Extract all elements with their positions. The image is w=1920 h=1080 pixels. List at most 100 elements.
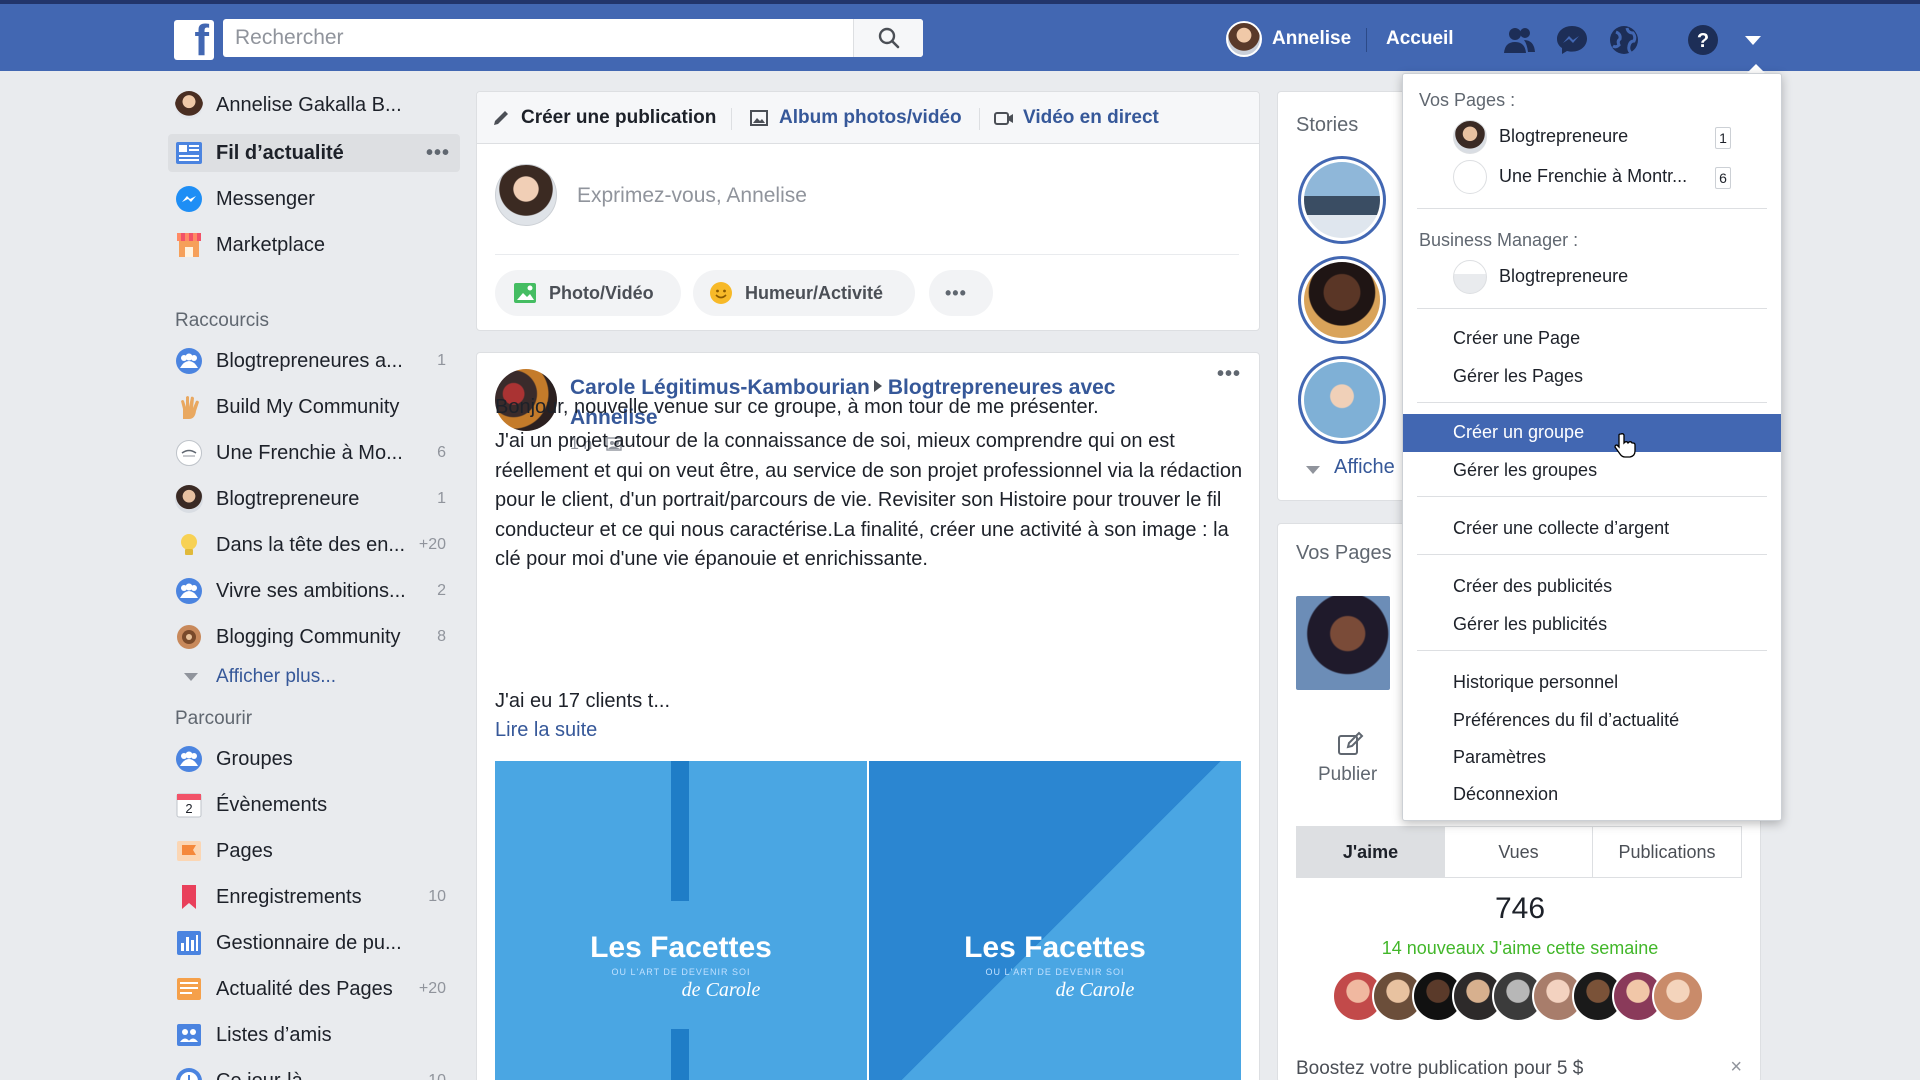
tab-likes[interactable]: J'aime xyxy=(1297,827,1445,877)
read-more-link[interactable]: Lire la suite xyxy=(495,719,597,742)
tab-photo-album[interactable]: Album photos/vidéo xyxy=(779,107,962,129)
photo-album-icon xyxy=(750,110,768,126)
tab-views[interactable]: Vues xyxy=(1445,827,1593,877)
sidebar-item-events[interactable]: 2 Évènements xyxy=(168,786,460,824)
menu-item-settings[interactable]: Paramètres xyxy=(1403,739,1781,777)
sidebar-item-friend-lists[interactable]: Listes d’amis xyxy=(168,1016,460,1054)
menu-item-manage-pages[interactable]: Gérer les Pages xyxy=(1403,358,1781,396)
shortcut-item[interactable]: Une Frenchie à Mo... 6 xyxy=(168,434,460,472)
menu-divider xyxy=(1417,308,1767,309)
more-options-icon[interactable]: ••• xyxy=(426,142,450,165)
menu-item-activity-log[interactable]: Historique personnel xyxy=(1403,664,1781,702)
flag-icon xyxy=(177,841,201,861)
sidebar-item-count: 10 xyxy=(428,1072,446,1080)
account-menu-caret-icon[interactable] xyxy=(1736,23,1770,57)
search-input[interactable] xyxy=(223,19,851,57)
menu-item-manage-ads[interactable]: Gérer les publicités xyxy=(1403,606,1781,644)
image-signature: de Carole xyxy=(1055,979,1135,1001)
tab-posts[interactable]: Publications xyxy=(1593,827,1741,877)
profile-avatar xyxy=(175,91,203,119)
feeling-activity-button[interactable]: Humeur/Activité xyxy=(693,270,915,316)
sidebar-item-groups[interactable]: Groupes xyxy=(168,740,460,778)
composer-input[interactable]: Exprimez-vous, Annelise xyxy=(577,184,807,208)
close-icon[interactable]: × xyxy=(1730,1056,1742,1079)
sidebar-item-saved[interactable]: Enregistrements 10 xyxy=(168,878,460,916)
svg-text:2: 2 xyxy=(185,801,192,816)
story-thumbnail[interactable] xyxy=(1298,256,1386,344)
search-icon xyxy=(878,27,900,49)
profile-avatar[interactable] xyxy=(1226,21,1262,57)
tab-divider xyxy=(731,108,732,130)
story-thumbnail[interactable] xyxy=(1298,156,1386,244)
messenger-icon[interactable] xyxy=(1555,23,1589,57)
sidebar-item-marketplace[interactable]: Marketplace xyxy=(168,226,460,264)
sidebar-item-count: 2 xyxy=(437,582,446,599)
facebook-logo-icon[interactable]: f xyxy=(174,20,214,60)
dropdown-page-item[interactable]: Blogtrepreneure 1 xyxy=(1403,118,1781,156)
post-image-2[interactable]: Les Facettes OU L'ART DE DEVENIR SOI de … xyxy=(869,761,1241,1080)
menu-item-news-feed-preferences[interactable]: Préférences du fil d’actualité xyxy=(1403,702,1781,740)
menu-item-log-out[interactable]: Déconnexion xyxy=(1403,776,1781,814)
profile-link[interactable]: Annelise xyxy=(1272,28,1351,50)
show-more-link: Afficher plus... xyxy=(216,666,337,687)
publish-button[interactable]: Publier xyxy=(1318,764,1377,786)
your-pages-heading: Vos Pages : xyxy=(1419,90,1516,110)
shortcut-item[interactable]: Dans la tête des en... +20 xyxy=(168,526,460,564)
stories-show-more-link[interactable]: Affiche xyxy=(1334,456,1395,479)
marketplace-icon xyxy=(177,233,201,257)
photo-video-button[interactable]: Photo/Vidéo xyxy=(495,270,681,316)
sidebar-item-news-feed[interactable]: Fil d’actualité ••• xyxy=(168,134,460,172)
sidebar-item-label: Marketplace xyxy=(216,233,325,256)
calendar-icon: 2 xyxy=(176,793,202,818)
new-likes-link[interactable]: 14 nouveaux J'aime cette semaine xyxy=(1278,938,1762,959)
tab-create-post[interactable]: Créer une publication xyxy=(521,107,716,129)
menu-item-create-group[interactable]: Créer un groupe xyxy=(1403,414,1781,452)
recent-likers xyxy=(1332,970,1712,1024)
show-more-shortcuts[interactable]: Afficher plus... xyxy=(168,658,460,696)
sidebar-item-label: Blogtrepreneure xyxy=(216,487,360,510)
sidebar-item-label: Dans la tête des en... xyxy=(216,533,406,556)
feeling-activity-label: Humeur/Activité xyxy=(745,283,884,303)
menu-item-create-fundraiser[interactable]: Créer une collecte d’argent xyxy=(1403,510,1781,548)
dropdown-business-page-item[interactable]: Blogtrepreneure xyxy=(1403,258,1781,296)
composer-divider xyxy=(495,254,1239,255)
sidebar-item-count: 8 xyxy=(437,628,446,645)
home-link[interactable]: Accueil xyxy=(1386,28,1454,50)
boost-post-promo[interactable]: Boostez votre publication pour 5 $ xyxy=(1296,1058,1583,1080)
shortcut-item[interactable]: Blogtrepreneures a... 1 xyxy=(168,342,460,380)
account-dropdown-menu: Vos Pages : Blogtrepreneure 1 Une French… xyxy=(1402,73,1782,821)
sidebar-item-pages-feed[interactable]: Actualité des Pages +20 xyxy=(168,970,460,1008)
image-signature: de Carole xyxy=(681,979,761,1001)
more-options-icon: ••• xyxy=(945,283,967,303)
sidebar-item-count: 6 xyxy=(437,444,446,461)
story-thumbnail[interactable] xyxy=(1298,356,1386,444)
post-options-icon[interactable]: ••• xyxy=(1217,363,1241,386)
sidebar-item-label: Enregistrements xyxy=(216,885,362,908)
search-button[interactable] xyxy=(853,19,923,57)
sidebar-item-label: Pages xyxy=(216,839,273,862)
sidebar-profile[interactable]: Annelise Gakalla B... xyxy=(168,86,460,124)
notifications-globe-icon[interactable] xyxy=(1607,23,1641,57)
menu-item-manage-groups[interactable]: Gérer les groupes xyxy=(1403,452,1781,490)
page-thumbnail[interactable] xyxy=(1296,596,1390,690)
dropdown-page-item[interactable]: Une Frenchie à Montr... 6 xyxy=(1403,158,1781,196)
sidebar-item-pages[interactable]: Pages xyxy=(168,832,460,870)
friend-requests-icon[interactable] xyxy=(1502,23,1536,57)
tab-live-video[interactable]: Vidéo en direct xyxy=(1023,107,1159,129)
post-image-1[interactable]: Les Facettes OU L'ART DE DEVENIR SOI de … xyxy=(495,761,867,1080)
liker-avatar[interactable] xyxy=(1652,970,1704,1022)
shortcut-item[interactable]: Vivre ses ambitions... 2 xyxy=(168,572,460,610)
business-manager-heading: Business Manager : xyxy=(1419,230,1579,250)
chevron-down-icon xyxy=(184,673,198,681)
sidebar-item-ads-manager[interactable]: Gestionnaire de pu... xyxy=(168,924,460,962)
sidebar-item-label: Fil d’actualité xyxy=(216,141,344,164)
shortcut-item[interactable]: Blogging Community 8 xyxy=(168,618,460,656)
menu-item-create-page[interactable]: Créer une Page xyxy=(1403,320,1781,358)
sidebar-item-messenger[interactable]: Messenger xyxy=(168,180,460,218)
menu-item-create-ads[interactable]: Créer des publicités xyxy=(1403,568,1781,606)
help-icon[interactable]: ? xyxy=(1686,23,1720,57)
shortcut-item[interactable]: Blogtrepreneure 1 xyxy=(168,480,460,518)
shortcut-item[interactable]: Build My Community xyxy=(168,388,460,426)
more-actions-button[interactable]: ••• xyxy=(929,270,993,316)
sidebar-item-on-this-day[interactable]: Ce jour-là 10 xyxy=(168,1062,460,1080)
